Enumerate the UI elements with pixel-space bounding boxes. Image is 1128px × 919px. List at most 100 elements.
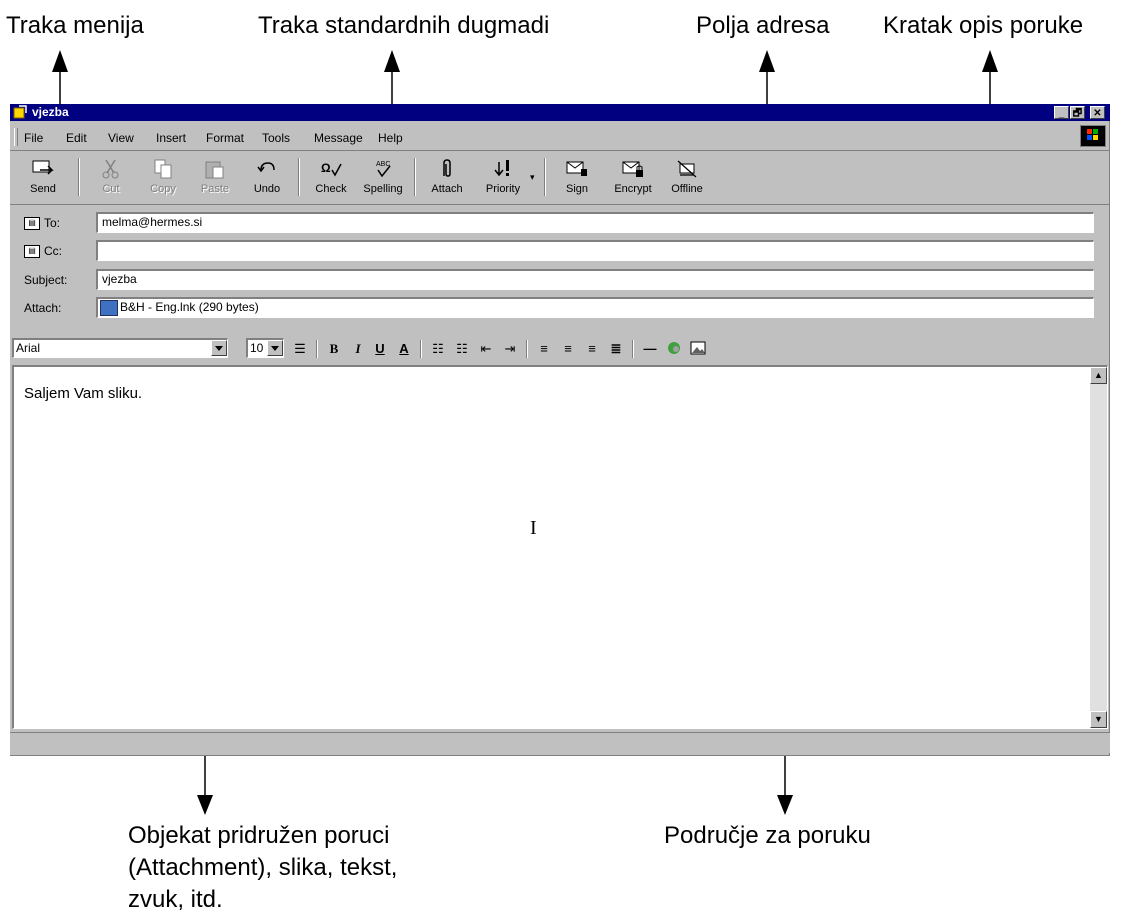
offline-button[interactable]: Offline xyxy=(660,156,714,200)
menu-edit[interactable]: Edit xyxy=(66,131,87,145)
callout-message-area: Područje za poruku xyxy=(664,822,871,849)
cut-icon xyxy=(102,159,119,179)
font-color-icon[interactable]: A xyxy=(394,340,414,358)
restore-button[interactable]: 🗗 xyxy=(1070,106,1085,119)
attach-field[interactable]: B&H - Eng.lnk (290 bytes) xyxy=(96,297,1094,318)
callout-attachment-line-2: (Attachment), slika, tekst, xyxy=(128,854,398,881)
increase-indent-icon[interactable]: ⇥ xyxy=(500,340,520,358)
cc-label: Cc: xyxy=(44,244,62,258)
decrease-indent-icon[interactable]: ⇤ xyxy=(476,340,496,358)
check-button[interactable]: Ω Check xyxy=(304,156,358,200)
spelling-label: Spelling xyxy=(363,183,403,195)
menu-message[interactable]: Message xyxy=(314,131,363,145)
compose-window: vjezba _ 🗗 ✕ File Edit View Insert Forma… xyxy=(10,104,1110,756)
attach-label: Attach xyxy=(431,183,463,195)
message-text[interactable]: Saljem Vam sliku. xyxy=(24,385,142,402)
subject-field[interactable]: vjezba xyxy=(96,269,1094,290)
callout-menu-bar: Traka menija xyxy=(6,12,144,39)
menu-help[interactable]: Help xyxy=(378,131,403,145)
priority-button[interactable]: Priority xyxy=(476,156,530,200)
font-dropdown-arrow-icon[interactable] xyxy=(211,340,227,356)
bold-icon[interactable]: B xyxy=(324,340,344,358)
format-separator xyxy=(632,340,634,358)
address-book-icon[interactable]: ▤ xyxy=(24,217,40,231)
close-button[interactable]: ✕ xyxy=(1090,106,1105,119)
menu-file[interactable]: File xyxy=(24,131,43,145)
paragraph-style-icon[interactable]: ☰ xyxy=(290,340,310,358)
copy-label: Copy xyxy=(150,183,176,195)
text-cursor-icon: I xyxy=(530,517,537,539)
message-body[interactable]: Saljem Vam sliku. I ▲ ▼ xyxy=(12,365,1108,729)
title-bar: vjezba _ 🗗 ✕ xyxy=(10,104,1110,121)
to-label: To: xyxy=(44,216,61,230)
formatting-toolbar: Arial 10 ☰ B I U A ☷ ☷ ⇤ ⇥ ≡ ≡ ≡ ≣ — xyxy=(10,336,1110,362)
underline-icon[interactable]: U xyxy=(370,340,390,358)
standard-toolbar: Send Cut Copy Paste Undo Ω Check ABC Spe… xyxy=(10,152,1110,205)
format-separator xyxy=(526,340,528,358)
sign-button[interactable]: Sign xyxy=(550,156,604,200)
svg-text:ABC: ABC xyxy=(376,161,390,168)
menu-tools[interactable]: Tools xyxy=(262,131,290,145)
minimize-button[interactable]: _ xyxy=(1054,106,1069,119)
italic-icon[interactable]: I xyxy=(348,340,368,358)
insert-hyperlink-icon[interactable] xyxy=(664,340,684,358)
encrypt-button[interactable]: Encrypt xyxy=(606,156,660,200)
encrypt-label: Encrypt xyxy=(614,183,652,195)
window-title: vjezba xyxy=(32,105,69,119)
spelling-button[interactable]: ABC Spelling xyxy=(356,156,410,200)
align-center-icon[interactable]: ≡ xyxy=(558,340,578,358)
insert-picture-icon[interactable] xyxy=(688,340,708,358)
callout-attachment-line-3: zvuk, itd. xyxy=(128,886,223,913)
copy-icon xyxy=(154,159,172,179)
attach-button[interactable]: Attach xyxy=(420,156,474,200)
menu-format[interactable]: Format xyxy=(206,131,244,145)
attach-label: Attach: xyxy=(24,301,62,315)
scroll-up-icon[interactable]: ▲ xyxy=(1090,367,1107,384)
to-field[interactable]: melma@hermes.si xyxy=(96,212,1094,233)
font-name-select[interactable]: Arial xyxy=(12,338,228,358)
callout-attachment-line-1: Objekat pridružen poruci xyxy=(128,822,390,849)
toolbar-separator xyxy=(414,158,416,196)
paste-label: Paste xyxy=(200,183,230,195)
cut-label: Cut xyxy=(102,183,120,195)
copy-button[interactable]: Copy xyxy=(136,156,190,200)
justify-icon[interactable]: ≣ xyxy=(606,340,626,358)
bullets-icon[interactable]: ☷ xyxy=(452,340,472,358)
encrypt-icon xyxy=(622,161,643,177)
address-book-icon[interactable]: ▤ xyxy=(24,245,40,259)
scroll-down-icon[interactable]: ▼ xyxy=(1090,711,1107,728)
cc-label-group[interactable]: ▤ Cc: xyxy=(24,244,62,259)
priority-dropdown-icon[interactable]: ▾ xyxy=(530,172,535,183)
callout-address-fields: Polja adresa xyxy=(696,12,830,39)
align-right-icon[interactable]: ≡ xyxy=(582,340,602,358)
sign-label: Sign xyxy=(565,183,589,195)
attachment-file-icon[interactable] xyxy=(100,299,118,316)
cut-button[interactable]: Cut xyxy=(84,156,138,200)
paste-button[interactable]: Paste xyxy=(188,156,242,200)
undo-button[interactable]: Undo xyxy=(240,156,294,200)
paste-icon xyxy=(205,161,224,179)
priority-icon xyxy=(494,160,509,177)
attachment-name[interactable]: B&H - Eng.lnk (290 bytes) xyxy=(120,300,259,314)
numbering-icon[interactable]: ☷ xyxy=(428,340,448,358)
callout-subject-description: Kratak opis poruke xyxy=(883,12,1084,39)
horizontal-line-icon[interactable]: — xyxy=(640,340,660,358)
send-label: Send xyxy=(30,183,56,195)
svg-text:Ω: Ω xyxy=(321,161,331,175)
menu-bar: File Edit View Insert Format Tools Messa… xyxy=(10,124,1110,151)
size-dropdown-arrow-icon[interactable] xyxy=(267,340,283,356)
vertical-scrollbar[interactable]: ▲ ▼ xyxy=(1090,367,1107,728)
send-button[interactable]: Send xyxy=(16,156,70,200)
font-size-value: 10 xyxy=(250,341,264,355)
to-label-group[interactable]: ▤ To: xyxy=(24,216,61,231)
align-left-icon[interactable]: ≡ xyxy=(534,340,554,358)
format-separator xyxy=(316,340,318,358)
menu-bar-grip[interactable] xyxy=(14,128,18,146)
font-size-select[interactable]: 10 xyxy=(246,338,284,358)
menu-view[interactable]: View xyxy=(108,131,134,145)
cc-field[interactable] xyxy=(96,240,1094,261)
font-name-value: Arial xyxy=(16,341,41,355)
callout-standard-buttons: Traka standardnih dugmadi xyxy=(258,12,550,39)
menu-insert[interactable]: Insert xyxy=(156,131,186,145)
send-icon xyxy=(32,160,54,175)
